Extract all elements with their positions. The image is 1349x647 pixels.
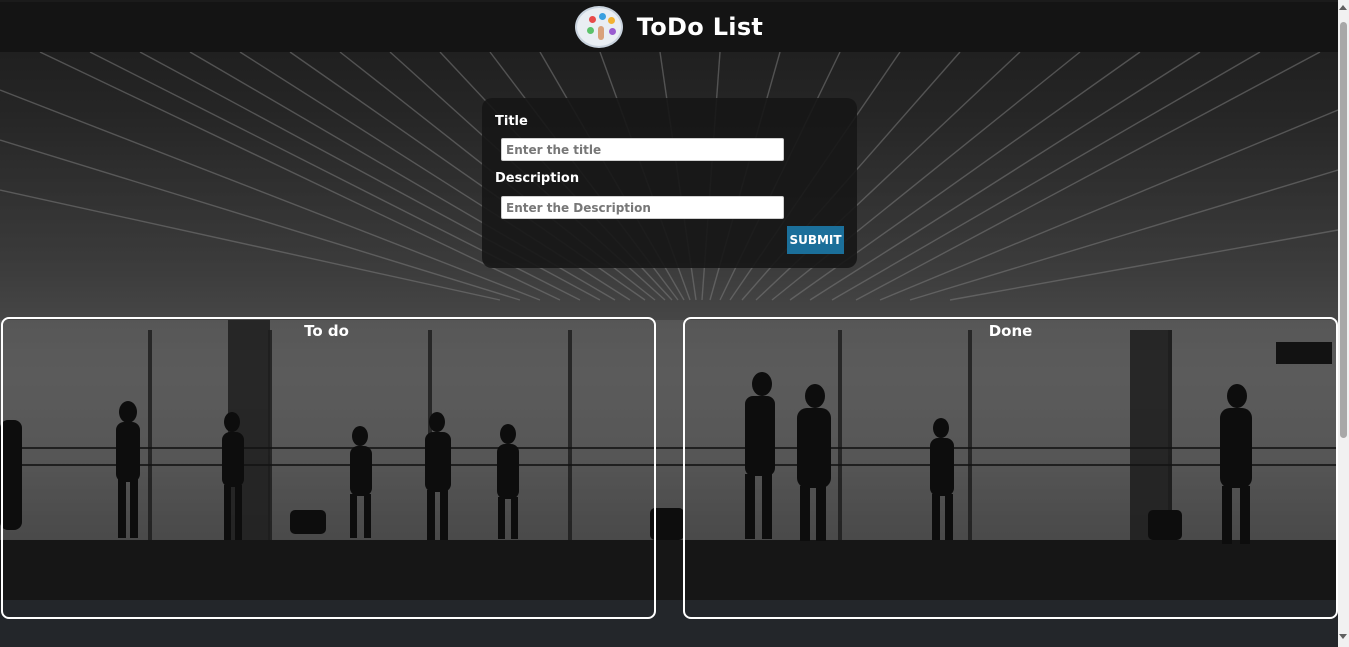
done-panel: Done (683, 317, 1338, 619)
done-panel-title: Done (988, 322, 1033, 340)
page-title: ToDo List (636, 13, 764, 41)
vertical-scrollbar[interactable] (1338, 0, 1349, 647)
page: ToDo List Title Description SUBMIT To do… (0, 0, 1349, 647)
description-label: Description (495, 171, 580, 186)
title-label: Title (495, 114, 528, 129)
add-todo-form: Title Description SUBMIT (482, 98, 857, 268)
todo-panel: To do (1, 317, 656, 619)
todo-panel-title: To do (304, 322, 349, 340)
submit-button[interactable]: SUBMIT (787, 226, 844, 254)
todo-app-logo-icon (574, 6, 623, 48)
scroll-up-arrow-icon[interactable] (1339, 5, 1347, 10)
scroll-down-arrow-icon[interactable] (1339, 634, 1347, 639)
app-header: ToDo List (0, 2, 1338, 52)
title-input[interactable] (501, 138, 784, 161)
scrollbar-thumb[interactable] (1340, 22, 1347, 438)
description-input[interactable] (501, 196, 784, 219)
